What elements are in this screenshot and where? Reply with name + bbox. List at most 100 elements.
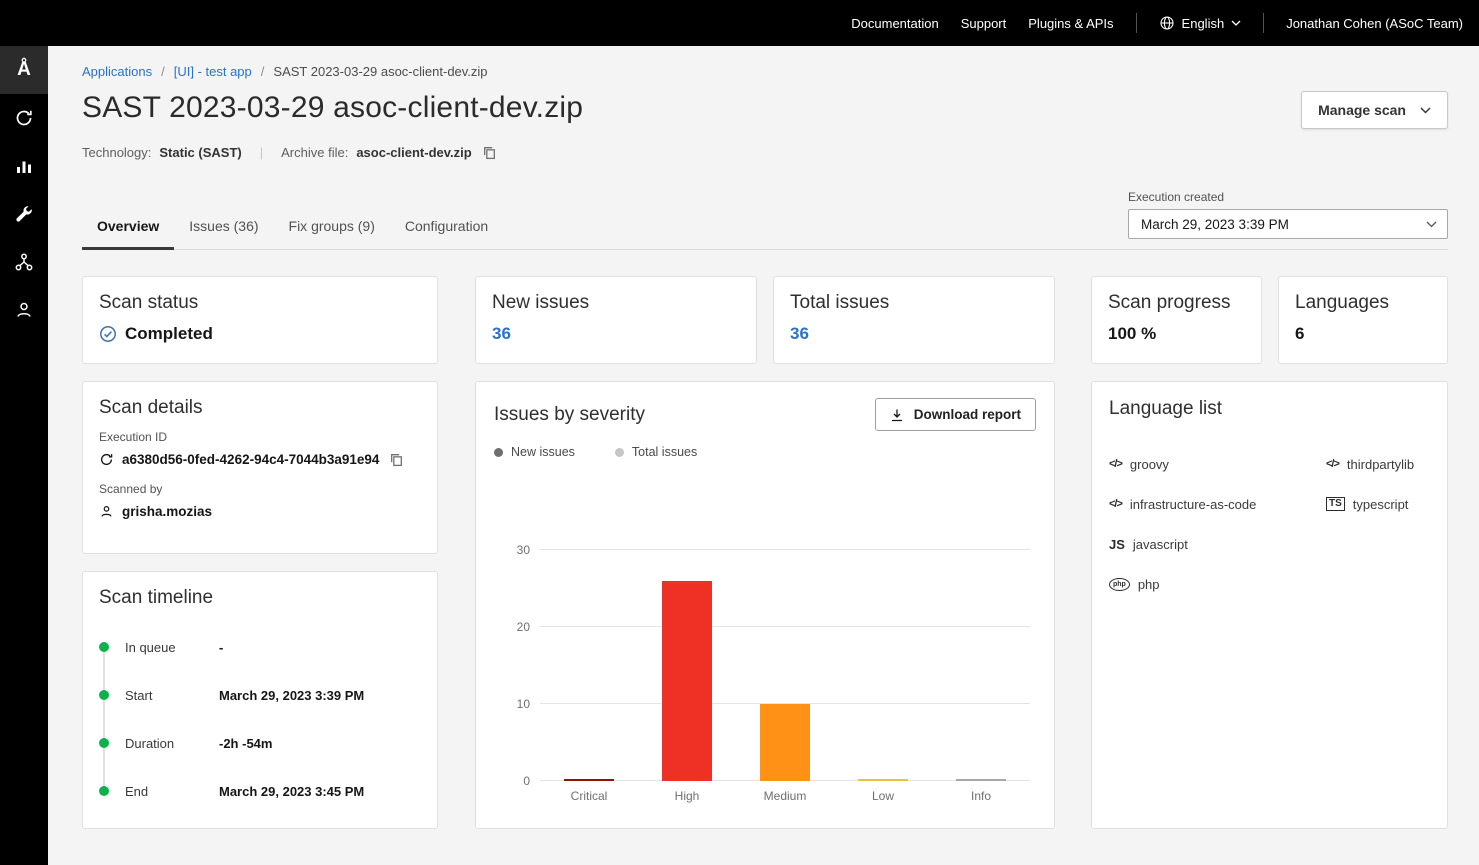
- topbar-link-support[interactable]: Support: [961, 16, 1007, 31]
- language-selector[interactable]: English: [1159, 15, 1242, 31]
- timeline-value: March 29, 2023 3:39 PM: [219, 688, 364, 703]
- new-issues-title: New issues: [492, 292, 740, 314]
- bar-medium: [736, 481, 834, 781]
- new-issues-card: New issues 36: [475, 276, 757, 364]
- typescript-icon: TS: [1326, 497, 1345, 511]
- chart-legend: New issues Total issues: [494, 445, 1036, 459]
- tab-configuration[interactable]: Configuration: [390, 207, 503, 250]
- total-issues-value: 36: [790, 324, 1038, 344]
- breadcrumb-applications[interactable]: Applications: [82, 64, 152, 79]
- legend-label: New issues: [511, 445, 575, 459]
- scanned-by-label: Scanned by: [99, 482, 421, 496]
- sidebar-item-applications[interactable]: Å: [0, 46, 48, 94]
- page-title: SAST 2023-03-29 asoc-client-dev.zip: [82, 91, 583, 125]
- sidebar-item-reports[interactable]: [0, 142, 48, 190]
- issues-by-severity-card: Issues by severity Download report New i…: [475, 381, 1055, 829]
- topbar-divider: [1263, 13, 1264, 33]
- timeline-row-duration: Duration -2h -54m: [99, 719, 421, 767]
- php-icon: php: [1109, 578, 1130, 591]
- archive-file-value: asoc-client-dev.zip: [356, 145, 471, 160]
- completed-check-icon: [99, 325, 117, 343]
- bar-chart-icon: [14, 156, 34, 176]
- timeline-label: Duration: [125, 736, 219, 751]
- issues-by-severity-title: Issues by severity: [494, 404, 645, 426]
- breadcrumb-current: SAST 2023-03-29 asoc-client-dev.zip: [273, 64, 487, 79]
- sidebar: Å: [0, 46, 48, 865]
- execution-created-label: Execution created: [1128, 190, 1448, 204]
- breadcrumb: Applications / [UI] - test app / SAST 20…: [82, 64, 1448, 79]
- language-item-typescript: TS typescript: [1326, 484, 1430, 524]
- language-item-groovy: </> groovy: [1109, 444, 1326, 484]
- x-tick-label: Medium: [736, 789, 834, 803]
- chevron-down-icon: [1231, 20, 1241, 26]
- bar-high: [638, 481, 736, 781]
- breadcrumb-app[interactable]: [UI] - test app: [174, 64, 252, 79]
- person-icon: [14, 300, 34, 320]
- download-report-button[interactable]: Download report: [875, 398, 1036, 431]
- execution-created-select[interactable]: March 29, 2023 3:39 PM: [1128, 209, 1448, 239]
- download-icon: [890, 408, 904, 422]
- legend-new-issues: New issues: [494, 445, 575, 459]
- code-icon: </>: [1109, 458, 1122, 470]
- sidebar-item-user[interactable]: [0, 286, 48, 334]
- tab-overview[interactable]: Overview: [82, 207, 174, 250]
- wrench-icon: [14, 204, 34, 224]
- scan-details-title: Scan details: [99, 397, 421, 419]
- topbar-link-documentation[interactable]: Documentation: [851, 16, 938, 31]
- sidebar-item-tools[interactable]: [0, 190, 48, 238]
- topbar-link-plugins-apis[interactable]: Plugins & APIs: [1028, 16, 1113, 31]
- timeline-value: March 29, 2023 3:45 PM: [219, 784, 364, 799]
- code-icon: </>: [1109, 498, 1122, 510]
- code-icon: </>: [1326, 458, 1339, 470]
- total-issues-title: Total issues: [790, 292, 1038, 314]
- meta-divider: |: [260, 145, 263, 160]
- person-icon: [99, 504, 114, 519]
- language-grid: </> groovy </> infrastructure-as-code JS…: [1109, 444, 1430, 604]
- language-item-thirdpartylib: </> thirdpartylib: [1326, 444, 1430, 484]
- y-tick-label: 10: [500, 697, 530, 711]
- sidebar-item-scans[interactable]: [0, 94, 48, 142]
- timeline-label: Start: [125, 688, 219, 703]
- languages-title: Languages: [1295, 292, 1431, 314]
- x-axis-labels: CriticalHighMediumLowInfo: [540, 789, 1030, 803]
- scan-details-card: Scan details Execution ID a6380d56-0fed-…: [82, 381, 438, 554]
- javascript-icon: JS: [1109, 537, 1125, 552]
- download-report-label: Download report: [914, 407, 1021, 422]
- chevron-down-icon: [1420, 107, 1431, 114]
- copy-icon[interactable]: [482, 145, 497, 160]
- archive-file-label: Archive file:: [281, 145, 348, 160]
- language-label: English: [1182, 16, 1225, 31]
- tab-bar: Overview Issues (36) Fix groups (9) Conf…: [82, 207, 503, 249]
- x-tick-label: Low: [834, 789, 932, 803]
- timeline-row-in-queue: In queue -: [99, 623, 421, 671]
- language-item-php: php php: [1109, 564, 1326, 604]
- user-menu[interactable]: Jonathan Cohen (ASoC Team): [1286, 16, 1463, 31]
- tab-fix-groups[interactable]: Fix groups (9): [274, 207, 390, 250]
- globe-icon: [1159, 15, 1175, 31]
- x-tick-label: Critical: [540, 789, 638, 803]
- legend-dot-total-issues: [615, 448, 624, 457]
- language-name: infrastructure-as-code: [1130, 497, 1256, 512]
- copy-icon[interactable]: [389, 452, 404, 467]
- breadcrumb-separator: /: [261, 64, 265, 79]
- manage-scan-button[interactable]: Manage scan: [1301, 91, 1448, 129]
- scan-refresh-icon: [99, 452, 114, 467]
- y-tick-label: 30: [500, 543, 530, 557]
- legend-dot-new-issues: [494, 448, 503, 457]
- main-content: Applications / [UI] - test app / SAST 20…: [48, 46, 1479, 865]
- timeline-value: -2h -54m: [219, 736, 272, 751]
- topbar: Documentation Support Plugins & APIs Eng…: [0, 0, 1479, 46]
- timeline-label: End: [125, 784, 219, 799]
- bar-low: [834, 481, 932, 781]
- x-tick-label: High: [638, 789, 736, 803]
- language-name: thirdpartylib: [1347, 457, 1414, 472]
- y-tick-label: 20: [500, 620, 530, 634]
- scan-progress-value: 100 %: [1108, 324, 1245, 344]
- bar-info: [932, 481, 1030, 781]
- timeline-dot: [99, 786, 109, 796]
- timeline-value: -: [219, 640, 223, 655]
- scan-timeline-card: Scan timeline In queue - Start March 29,…: [82, 571, 438, 829]
- legend-total-issues: Total issues: [615, 445, 697, 459]
- sidebar-item-organization[interactable]: [0, 238, 48, 286]
- tab-issues[interactable]: Issues (36): [174, 207, 273, 250]
